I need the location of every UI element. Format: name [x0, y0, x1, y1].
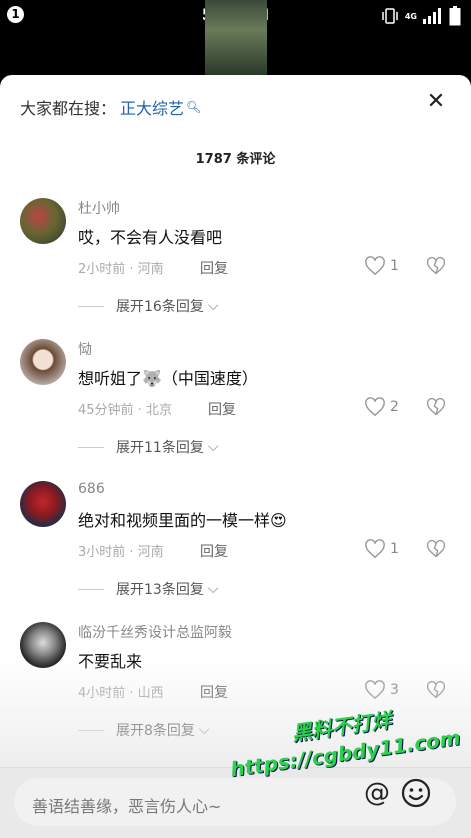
heart-icon	[365, 539, 385, 559]
search-hint-term[interactable]: 正大综艺	[120, 95, 184, 119]
expand-replies-label: 展开13条回复	[116, 582, 204, 598]
expand-replies[interactable]: 展开13条回复 ⌵	[78, 579, 218, 599]
search-hint-prefix: 大家都在搜：	[20, 99, 117, 118]
comment-text: 哎，不会有人没看吧	[78, 228, 223, 247]
comment-text: 不要乱来	[78, 652, 143, 671]
search-icon: 🔍︎	[186, 100, 202, 114]
like-count: 3	[390, 682, 399, 698]
expand-replies[interactable]: 展开11条回复 ⌵	[78, 437, 218, 457]
divider	[78, 446, 104, 448]
dislike-button[interactable]	[426, 256, 446, 280]
vibrate-icon	[382, 8, 398, 24]
comment-username[interactable]: 恸	[78, 339, 92, 359]
avatar[interactable]	[20, 198, 66, 244]
mention-icon[interactable]: @	[364, 778, 390, 808]
emoji-icon[interactable]	[401, 778, 431, 812]
comment-text: 想听姐了🐺（中国速度）	[78, 369, 258, 388]
reply-button[interactable]: 回复	[200, 541, 228, 561]
expand-replies-label: 展开16条回复	[116, 299, 204, 315]
expand-replies[interactable]: 展开8条回复 ⌵	[78, 720, 210, 740]
system-icons: 4G	[381, 6, 461, 26]
like-count: 2	[390, 399, 399, 415]
divider	[78, 729, 104, 731]
comment-meta: 2小时前 · 河南	[78, 262, 164, 277]
divider	[78, 305, 104, 307]
expand-replies-label: 展开11条回复	[116, 440, 204, 456]
video-background	[205, 0, 267, 75]
comment-meta: 3小时前 · 河南	[78, 545, 164, 560]
broken-heart-icon	[426, 539, 446, 558]
like-count: 1	[390, 258, 399, 274]
close-icon[interactable]: ✕	[425, 91, 447, 113]
broken-heart-icon	[426, 397, 446, 416]
comment-input-placeholder: 善语结善缘，恶言伤人心~	[32, 797, 222, 816]
like-button[interactable]: 1	[364, 539, 399, 559]
avatar[interactable]	[20, 339, 66, 385]
like-button[interactable]: 3	[364, 680, 399, 700]
battery-icon	[449, 6, 461, 26]
chevron-down-icon: ⌵	[198, 722, 210, 738]
comment-text: 绝对和视频里面的一模一样😍	[78, 511, 287, 530]
avatar[interactable]	[20, 481, 66, 527]
reply-button[interactable]: 回复	[208, 399, 236, 419]
avatar[interactable]	[20, 622, 66, 668]
search-hint[interactable]: 大家都在搜： 正大综艺 🔍︎	[20, 95, 201, 119]
expand-replies[interactable]: 展开16条回复 ⌵	[78, 296, 218, 316]
like-count: 1	[390, 541, 399, 557]
comment-meta: 4小时前 · 山西	[78, 686, 164, 701]
like-button[interactable]: 2	[364, 397, 399, 417]
comment-username[interactable]: 杜小帅	[78, 198, 120, 218]
dislike-button[interactable]	[426, 539, 446, 563]
broken-heart-icon	[426, 256, 446, 275]
chevron-down-icon: ⌵	[207, 581, 219, 597]
signal-icon	[423, 8, 441, 24]
comment-username[interactable]: 临汾千丝秀设计总监阿毅	[78, 622, 232, 642]
divider	[78, 588, 104, 590]
comment-username[interactable]: 686	[78, 481, 105, 497]
reply-button[interactable]: 回复	[200, 258, 228, 278]
like-button[interactable]: 1	[364, 256, 399, 276]
comment-meta: 45分钟前 · 北京	[78, 403, 172, 418]
heart-icon	[365, 256, 385, 276]
heart-icon	[365, 397, 385, 417]
heart-icon	[365, 680, 385, 700]
reply-button[interactable]: 回复	[200, 682, 228, 702]
expand-replies-label: 展开8条回复	[116, 723, 195, 739]
chevron-down-icon: ⌵	[207, 298, 219, 314]
chevron-down-icon: ⌵	[207, 439, 219, 455]
network-label: 4G	[404, 11, 417, 21]
dislike-button[interactable]	[426, 397, 446, 421]
broken-heart-icon	[426, 680, 446, 699]
comment-count: 1787 条评论	[195, 152, 276, 167]
